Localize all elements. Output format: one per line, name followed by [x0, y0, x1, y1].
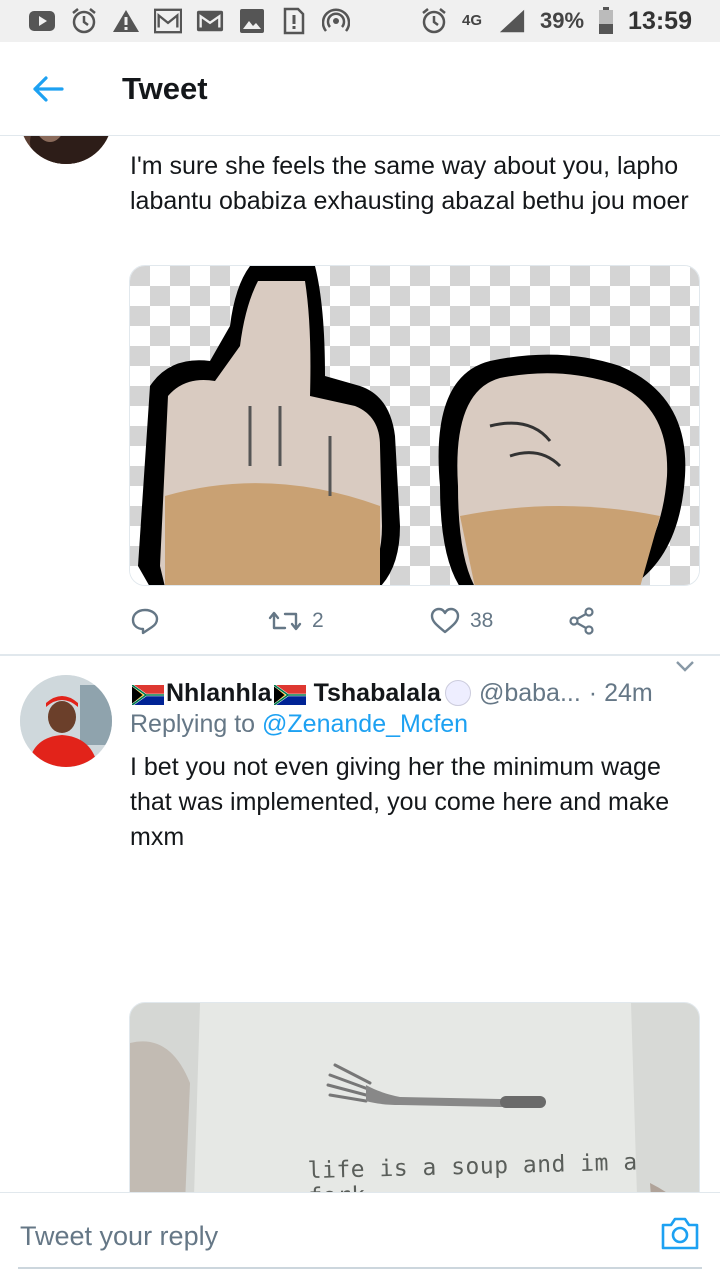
like-count: 38	[470, 609, 494, 632]
add-photo-button[interactable]	[660, 1215, 700, 1255]
warning-icon	[112, 7, 140, 35]
camera-icon	[661, 1217, 699, 1250]
reply-input[interactable]	[18, 1207, 632, 1265]
tweet-image[interactable]	[129, 265, 700, 586]
replying-to: Replying to @Zenande_Mcfen	[130, 710, 468, 739]
display-name-first[interactable]: Nhlanhla	[166, 679, 272, 708]
reply-bar	[0, 1192, 720, 1281]
back-arrow-icon	[33, 75, 64, 102]
reply-button[interactable]	[130, 607, 268, 635]
gallery-mail-icon	[154, 7, 182, 35]
tweet-text: I bet you not even giving her the minimu…	[130, 753, 670, 851]
system-indicators: 4G 39% 13:59	[420, 7, 692, 36]
reply-icon	[131, 608, 159, 635]
clock: 13:59	[628, 6, 692, 35]
input-underline	[18, 1267, 702, 1269]
retweet-count: 2	[312, 609, 324, 632]
back-button[interactable]	[18, 59, 78, 119]
youtube-icon	[28, 7, 56, 35]
alarm-icon	[420, 7, 448, 35]
chevron-down-icon	[676, 661, 694, 672]
retweet-icon	[268, 611, 302, 631]
replying-to-link[interactable]: @Zenande_Mcfen	[262, 710, 468, 738]
image-icon	[238, 7, 266, 35]
timestamp: · 24m	[588, 678, 653, 707]
user-handle[interactable]: @baba...	[479, 679, 581, 708]
south-africa-flag-icon	[131, 683, 164, 707]
tweet-thread[interactable]: I'm sure she feels the same way about yo…	[0, 136, 720, 1192]
hotspot-icon	[322, 7, 350, 35]
share-icon	[569, 607, 594, 635]
display-name-last[interactable]: Tshabalala	[314, 679, 441, 708]
sim-alert-icon	[280, 7, 308, 35]
south-africa-flag-icon	[272, 683, 306, 707]
share-button[interactable]	[568, 607, 596, 635]
network-type: 4G	[462, 12, 483, 29]
alarm-icon	[70, 7, 98, 35]
tweet-header: Nhlanhla Tshabalala @baba... · 24m	[130, 676, 700, 710]
battery-icon	[598, 7, 614, 35]
tweet-actions: 2 38	[130, 601, 630, 641]
tweet-menu-button[interactable]	[674, 658, 696, 679]
app-bar: Tweet	[0, 42, 720, 136]
notification-icons	[28, 7, 350, 35]
retweet-button[interactable]: 2	[268, 608, 430, 634]
avatar[interactable]	[20, 675, 112, 767]
page-title: Tweet	[122, 70, 208, 106]
tweet-1[interactable]: I'm sure she feels the same way about yo…	[0, 136, 720, 654]
gmail-icon	[196, 7, 224, 35]
circle-emoji-icon	[444, 680, 471, 706]
replying-prefix: Replying to	[130, 710, 256, 738]
tweet-2[interactable]: Nhlanhla Tshabalala @baba... · 24m Reply…	[0, 656, 720, 1192]
tweet-image[interactable]: life is a soup and im a fork	[129, 1002, 700, 1192]
avatar[interactable]	[20, 136, 112, 164]
battery-percent: 39%	[540, 8, 585, 33]
status-bar: 4G 39% 13:59	[0, 0, 720, 42]
like-button[interactable]: 38	[430, 607, 568, 635]
signal-icon	[498, 7, 526, 35]
tweet-text: I'm sure she feels the same way about yo…	[130, 152, 689, 215]
heart-icon	[430, 607, 460, 634]
